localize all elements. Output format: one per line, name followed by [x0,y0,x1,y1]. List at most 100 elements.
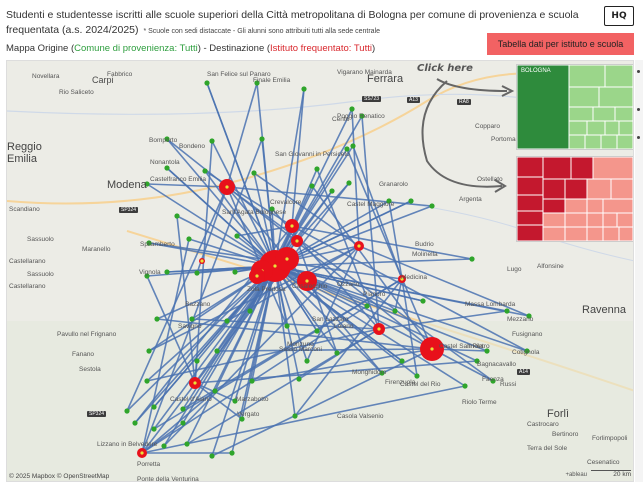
treemap-cell[interactable] [616,212,633,228]
toolbar-dot[interactable] [637,136,640,139]
treemap-cell[interactable] [586,226,604,241]
treemap-cell[interactable] [564,178,588,200]
origin-point[interactable] [429,203,435,209]
treemap-cell[interactable] [570,157,594,180]
origin-point[interactable] [146,348,152,354]
origin-point[interactable] [224,318,230,324]
map-attribution[interactable]: © 2025 Mapbox © OpenStreetMap [9,473,109,480]
treemap-cell[interactable] [517,224,544,241]
treemap-cell[interactable] [517,210,544,226]
toolbar-dot[interactable] [637,108,640,111]
treemap-cell[interactable] [517,176,544,196]
origin-point[interactable] [292,413,298,419]
origin-point[interactable] [392,308,398,314]
treemap-cell[interactable] [564,198,588,214]
treemap-cell[interactable] [592,157,633,180]
origin-point[interactable] [309,183,315,189]
treemap-cell[interactable] [568,106,594,122]
treemap-origin[interactable]: BOLOGNA [516,64,633,150]
origin-point[interactable] [504,308,510,314]
treemap-cell[interactable] [604,65,633,88]
origin-point[interactable] [161,443,167,449]
origin-point[interactable] [259,136,265,142]
treemap-cell[interactable] [517,194,544,212]
treemap-cell[interactable] [542,226,566,241]
treemap-cell[interactable] [592,106,616,122]
origin-point[interactable] [164,269,170,275]
origin-point[interactable] [462,383,468,389]
origin-point[interactable] [180,420,186,426]
treemap-cell[interactable] [616,134,633,149]
origin-point[interactable] [314,166,320,172]
origin-point[interactable] [399,358,405,364]
treemap-cell[interactable] [542,212,566,228]
origin-point[interactable] [186,236,192,242]
treemap-cell[interactable] [618,120,633,136]
treemap-destination-cells[interactable] [517,157,633,241]
origin-point[interactable] [364,303,370,309]
origin-point[interactable] [296,376,302,382]
origin-point[interactable] [301,86,307,92]
treemap-origin-cells[interactable] [517,65,633,149]
origin-point[interactable] [234,233,240,239]
origin-point[interactable] [249,378,255,384]
treemap-cell[interactable] [598,86,633,108]
origin-point[interactable] [346,180,352,186]
origin-point[interactable] [232,269,238,275]
treemap-cell[interactable] [614,106,633,122]
origin-point[interactable] [154,316,160,322]
treemap-cell[interactable] [568,120,588,136]
treemap-cell[interactable] [564,212,588,228]
origin-point[interactable] [229,450,235,456]
treemap-cell[interactable] [564,226,588,241]
treemap-cell[interactable] [542,157,572,180]
treemap-cell[interactable] [542,178,566,200]
treemap-cell[interactable] [604,120,620,136]
treemap-cell[interactable] [586,198,604,214]
origin-point[interactable] [164,165,170,171]
map-view[interactable]: Carpi Ferrara Modena Ravenna Forlì Reggio Emi… [6,60,634,482]
treemap-cell[interactable] [568,65,606,88]
origin-point[interactable] [349,106,355,112]
treemap-cell[interactable] [586,178,612,200]
origin-point[interactable] [251,170,257,176]
origin-point[interactable] [334,350,340,356]
treemap-cell[interactable] [586,120,606,136]
treemap-destination[interactable] [516,156,633,242]
origin-point[interactable] [194,358,200,364]
treemap-cell[interactable] [517,157,544,178]
origin-point[interactable] [304,358,310,364]
origin-point[interactable] [180,406,186,412]
origin-point[interactable] [144,378,150,384]
treemap-cell[interactable] [600,134,618,149]
origin-point[interactable] [247,308,253,314]
origin-point[interactable] [209,453,215,459]
origin-point[interactable] [132,420,138,426]
origin-point[interactable] [408,198,414,204]
treemap-cell[interactable] [517,65,570,149]
treemap-cell[interactable] [542,198,566,214]
origin-point[interactable] [469,256,475,262]
origin-point[interactable] [174,213,180,219]
origin-point[interactable] [189,316,195,322]
treemap-cell[interactable] [618,226,633,241]
origin-point[interactable] [212,388,218,394]
origin-point[interactable] [151,426,157,432]
origin-point[interactable] [204,80,210,86]
origin-point[interactable] [284,323,290,329]
origin-point[interactable] [329,188,335,194]
origin-point[interactable] [314,328,320,334]
origin-point[interactable] [414,373,420,379]
treemap-cell[interactable] [568,134,586,149]
origin-point[interactable] [124,408,130,414]
treemap-cell[interactable] [602,226,620,241]
treemap-cell[interactable] [602,212,618,228]
origin-point[interactable] [151,404,157,410]
origin-point[interactable] [350,143,356,149]
scrollbar[interactable] [635,60,643,482]
origin-point[interactable] [184,441,190,447]
treemap-cell[interactable] [610,178,633,200]
table-data-button[interactable]: Tabella dati per istituto e scuola [487,33,634,55]
treemap-cell[interactable] [586,212,604,228]
origin-point[interactable] [194,270,200,276]
